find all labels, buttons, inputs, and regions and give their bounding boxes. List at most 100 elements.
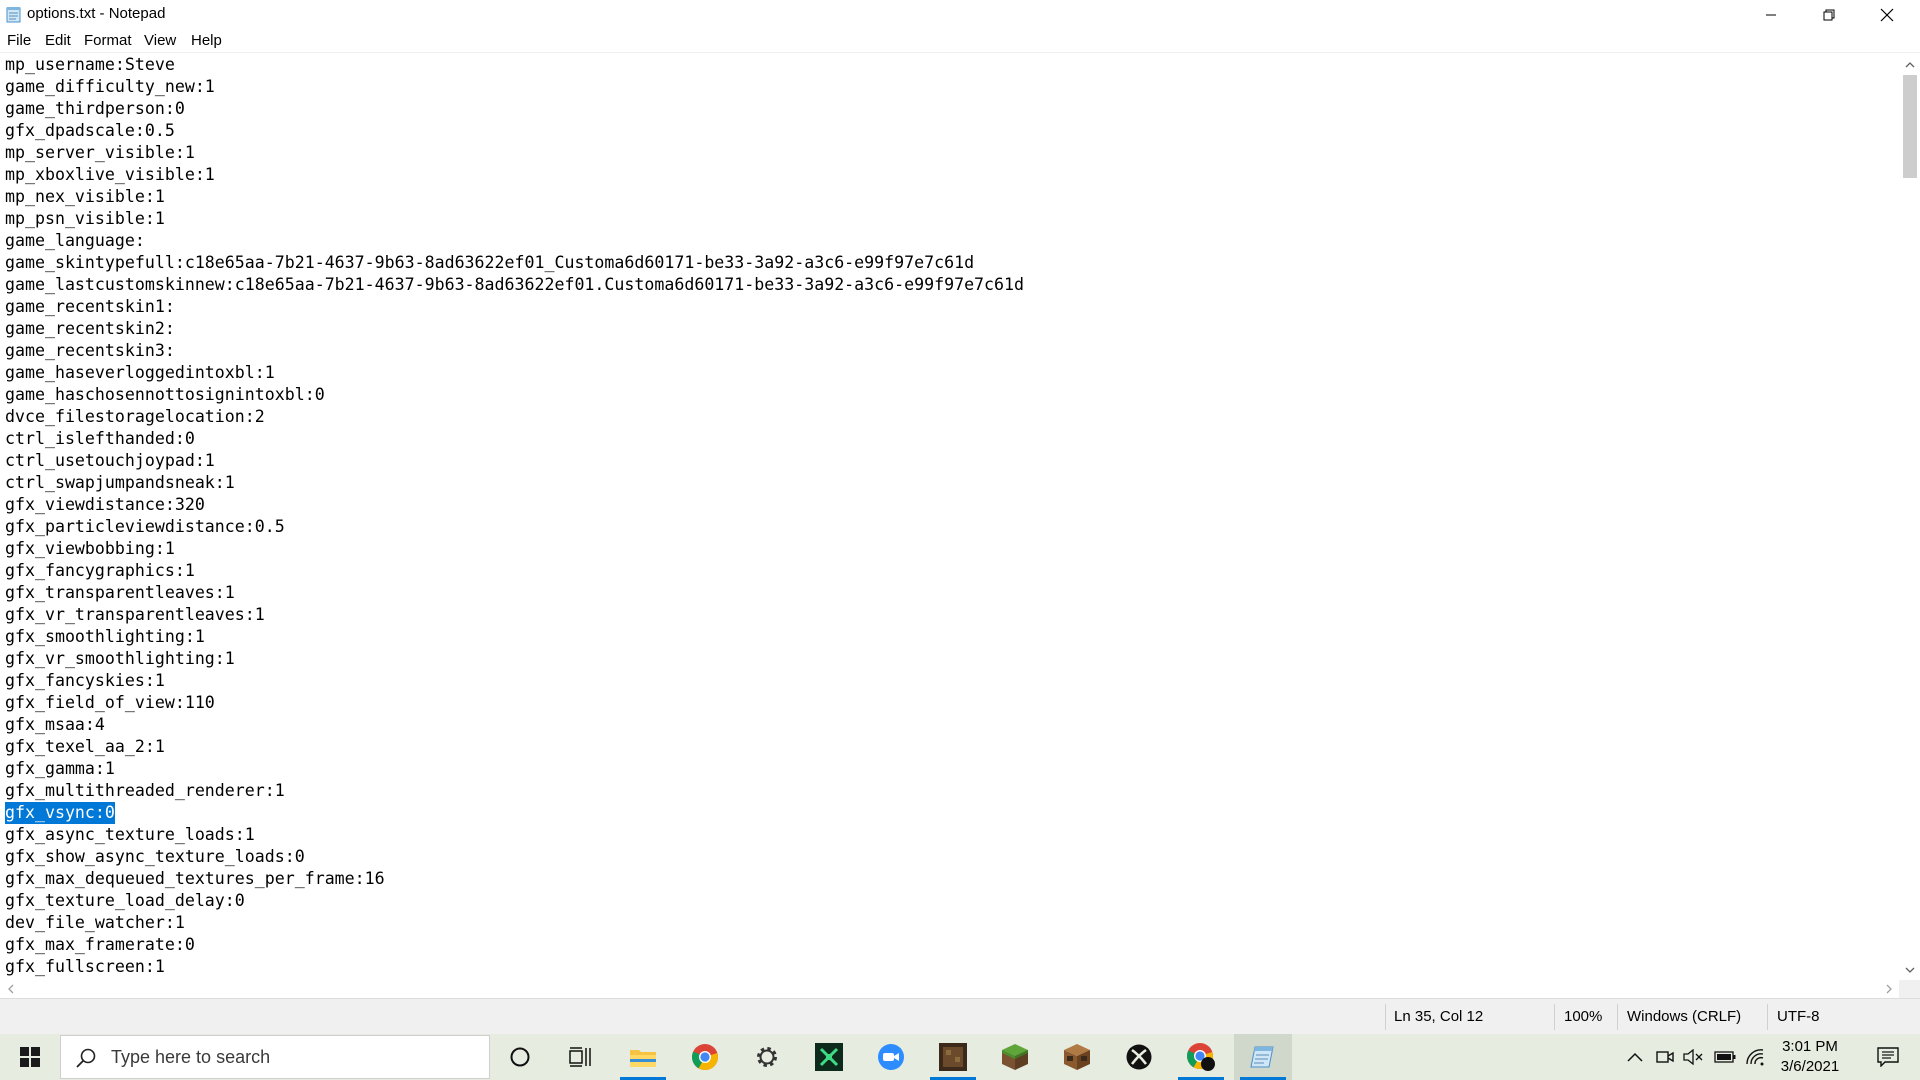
chrome-profile-button[interactable] (1172, 1034, 1230, 1080)
close-icon (1880, 8, 1894, 21)
xbox-game-bar-button[interactable] (800, 1034, 858, 1080)
minimize-icon (1766, 14, 1776, 15)
clock-date: 3/6/2021 (1780, 1058, 1840, 1075)
volume-muted-icon (1683, 1049, 1703, 1065)
chrome-profile-icon (1187, 1043, 1215, 1071)
text-editor[interactable]: mp_username:Steve game_difficulty_new:1ga… (0, 54, 1899, 980)
close-button[interactable] (1858, 0, 1916, 29)
text-line: game_recentskin2: (5, 319, 175, 338)
taskbar-search-box[interactable]: Type here to search (60, 1035, 490, 1079)
clock-time: 3:01 PM (1782, 1038, 1838, 1055)
chevron-left-icon (7, 984, 13, 994)
cortana-icon (510, 1047, 530, 1067)
show-hidden-icons-button[interactable] (1622, 1034, 1648, 1080)
scroll-left-button[interactable] (0, 980, 20, 998)
text-line: gfx_max_dequeued_textures_per_frame:16 (5, 869, 385, 888)
text-line: game_recentskin1: (5, 297, 175, 316)
text-line: game_haseverloggedintoxbl:1 (5, 363, 275, 382)
text-line: mp_nex_visible:1 (5, 187, 165, 206)
vertical-scroll-thumb[interactable] (1903, 75, 1917, 178)
taskbar-clock[interactable]: 3:01 PM 3/6/2021 (1750, 1034, 1870, 1080)
text-line: mp_username:Steve (5, 55, 175, 74)
meet-now-button[interactable] (1652, 1034, 1678, 1080)
menu-bar: File Edit Format View Help (0, 29, 1920, 53)
text-line: gfx_msaa:4 (5, 715, 105, 734)
settings-button[interactable] (738, 1034, 796, 1080)
restore-icon (1823, 9, 1835, 20)
windows-logo-icon (20, 1047, 40, 1067)
text-line: gfx_transparentleaves:1 (5, 583, 235, 602)
chevron-down-icon (1905, 967, 1914, 973)
text-line: gfx_smoothlighting:1 (5, 627, 205, 646)
text-line: game_language: (5, 231, 145, 250)
scroll-up-button[interactable] (1899, 54, 1920, 74)
text-line: game_haschosennottosignintoxbl:0 (5, 385, 325, 404)
chevron-up-icon (1905, 61, 1914, 67)
vertical-scrollbar[interactable] (1899, 54, 1920, 980)
minimize-button[interactable] (1742, 0, 1800, 29)
menu-help[interactable]: Help (188, 32, 225, 49)
horizontal-scrollbar[interactable] (0, 980, 1899, 998)
minecraft-button[interactable] (986, 1034, 1044, 1080)
notepad-icon (1250, 1046, 1274, 1068)
battery-icon (1714, 1051, 1736, 1063)
xbox-button[interactable] (1110, 1034, 1168, 1080)
zoom-button[interactable] (862, 1034, 920, 1080)
line-ending: Windows (CRLF) (1627, 1008, 1742, 1025)
text-line: gfx_multithreaded_renderer:1 (5, 781, 285, 800)
title-bar[interactable]: options.txt - Notepad (0, 0, 1920, 29)
chevron-right-icon (1886, 984, 1892, 994)
text-line: gfx_vr_transparentleaves:1 (5, 605, 265, 624)
status-divider (1767, 1004, 1768, 1030)
text-line: gfx_texture_load_delay:0 (5, 891, 245, 910)
text-line: game_difficulty_new:1 (5, 77, 215, 96)
text-line: ctrl_usetouchjoypad:1 (5, 451, 215, 470)
status-divider (1385, 1004, 1386, 1030)
minecraft-launcher-icon (939, 1043, 967, 1071)
xbox-icon (1126, 1044, 1152, 1070)
text-line: gfx_gamma:1 (5, 759, 115, 778)
text-line: gfx_max_framerate:0 (5, 935, 195, 954)
search-icon (76, 1048, 96, 1068)
text-line: mp_psn_visible:1 (5, 209, 165, 228)
menu-format[interactable]: Format (81, 32, 135, 49)
minecraft-crafting-table-icon (1064, 1044, 1090, 1070)
text-line: gfx_fullscreen:1 (5, 957, 165, 976)
chrome-button[interactable] (676, 1034, 734, 1080)
cortana-button[interactable] (491, 1034, 549, 1080)
text-line: gfx_viewdistance:320 (5, 495, 205, 514)
text-line: game_lastcustomskinnew:c18e65aa-7b21-463… (5, 275, 1025, 294)
text-line: gfx_texel_aa_2:1 (5, 737, 165, 756)
menu-edit[interactable]: Edit (42, 32, 74, 49)
battery-button[interactable] (1711, 1034, 1739, 1080)
meet-now-icon (1656, 1051, 1674, 1063)
text-line: dev_file_watcher:1 (5, 913, 185, 932)
action-center-button[interactable] (1864, 1034, 1912, 1080)
chevron-up-icon (1627, 1052, 1643, 1062)
cursor-position: Ln 35, Col 12 (1394, 1008, 1484, 1025)
minecraft-grass-block-icon (1002, 1044, 1028, 1070)
text-line: game_recentskin3: (5, 341, 175, 360)
scroll-right-button[interactable] (1879, 980, 1899, 998)
text-line: gfx_viewbobbing:1 (5, 539, 175, 558)
start-button[interactable] (0, 1034, 60, 1080)
minecraft-launcher-button[interactable] (924, 1034, 982, 1080)
restore-button[interactable] (1800, 0, 1858, 29)
menu-file[interactable]: File (4, 32, 34, 49)
notification-icon (1877, 1047, 1899, 1067)
encoding: UTF-8 (1777, 1008, 1820, 1025)
taskbar: Type here to search 3:01 PM 3/6/2021 (0, 1034, 1920, 1080)
task-view-button[interactable] (551, 1034, 609, 1080)
text-line: mp_server_visible:1 (5, 143, 195, 162)
menu-view[interactable]: View (141, 32, 179, 49)
file-explorer-button[interactable] (614, 1034, 672, 1080)
selected-text-line: gfx_vsync:0 (5, 802, 115, 824)
text-line: game_thirdperson:0 (5, 99, 185, 118)
text-line: gfx_vr_smoothlighting:1 (5, 649, 235, 668)
volume-button[interactable] (1680, 1034, 1706, 1080)
minecraft-crafting-button[interactable] (1048, 1034, 1106, 1080)
chrome-icon (692, 1044, 718, 1071)
notepad-button[interactable] (1234, 1034, 1292, 1080)
scroll-down-button[interactable] (1899, 960, 1920, 980)
zoom-level: 100% (1564, 1008, 1603, 1025)
